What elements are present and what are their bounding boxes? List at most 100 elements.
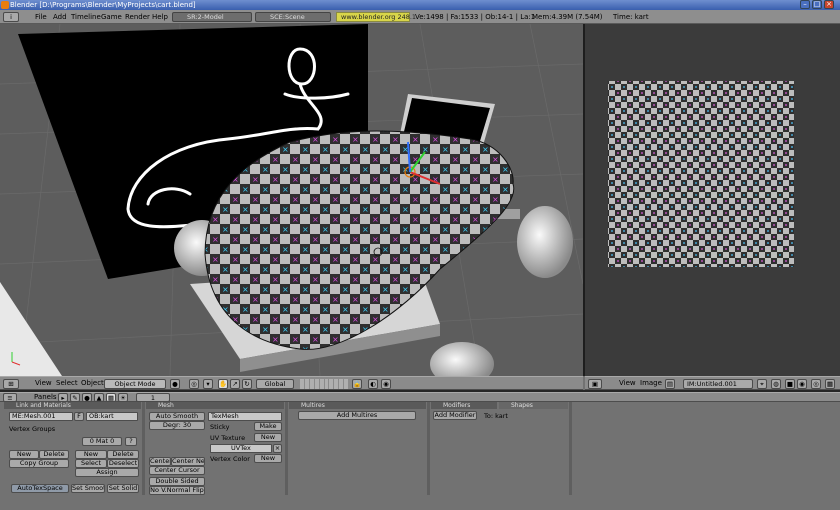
window-titlebar: Blender [D:\Programs\Blender\MyProjects\… [0,0,840,10]
center-button[interactable]: Center [149,457,171,466]
translate-icon[interactable]: ↗ [230,379,240,389]
mode-selector[interactable]: Object Mode [104,379,166,389]
uv-texture-new-button[interactable]: New [254,433,282,442]
lock-icon[interactable]: 🔒 [352,379,362,389]
set-smooth-button[interactable]: Set Smooth [71,484,105,493]
panel-title[interactable]: Modifiers [431,402,497,409]
center-cursor-button[interactable]: Center Cursor [149,466,205,475]
3d-viewport[interactable]: × × [0,24,583,376]
degree-field[interactable]: Degr: 30 [149,421,205,430]
scene-tab-icon[interactable]: ☀ [118,393,128,402]
menu-view[interactable]: View [619,377,636,389]
center-new-button[interactable]: Center New [171,457,205,466]
material-slot-field[interactable]: 0 Mat 0 [82,437,122,446]
delete-material-button[interactable]: Delete [107,450,139,459]
assign-material-button[interactable]: Assign [75,468,139,477]
layer-buttons[interactable] [300,379,348,389]
uvtex-field[interactable]: UVTex [210,444,272,453]
material-help-button[interactable]: ? [125,437,137,446]
select-material-button[interactable]: Select [75,459,107,468]
orientation-selector[interactable]: Global [256,379,294,389]
paint-icon[interactable]: ◉ [797,379,807,389]
uv-checker-image [608,81,794,267]
auto-smooth-toggle[interactable]: Auto Smooth [149,412,205,421]
camera-render-icon[interactable]: ◉ [381,379,391,389]
menu-render[interactable]: Render [125,10,150,24]
add-multires-button[interactable]: Add Multires [298,411,416,420]
object-tab-icon[interactable]: ▲ [94,393,104,402]
mesh-panel: Mesh Auto Smooth Degr: 30 Center Center … [146,402,284,495]
maximize-button[interactable]: □ [812,0,822,9]
zoom-icon[interactable]: ▦ [825,379,835,389]
minimize-button[interactable]: – [800,0,810,9]
manipulator-toggle-icon[interactable]: ✋ [218,379,228,389]
vertex-color-new-button[interactable]: New [254,454,282,463]
window-type-icon[interactable]: ≡ [3,393,17,402]
image-name-field[interactable]: IM:Untitled.001 [683,379,753,389]
panel-title[interactable]: Mesh [146,402,284,409]
draw-type-icon[interactable]: ● [170,379,180,389]
editing-tab-icon[interactable]: ▦ [106,393,116,402]
uvtex-remove-button[interactable]: × [273,444,282,453]
rotate-icon[interactable]: ↻ [242,379,252,389]
new-material-button[interactable]: New [75,450,107,459]
script-tab-icon[interactable]: ✎ [70,393,80,402]
menu-file[interactable]: File [35,10,47,24]
close-button[interactable]: × [824,0,834,9]
link-materials-panel: Link and Materials ME:Mesh.001 F OB:kart… [4,402,141,495]
add-modifier-button[interactable]: Add Modifier [433,411,477,420]
image-browse-icon[interactable]: ▤ [665,379,675,389]
buttons-header: ≡ Panels ▸ ✎ ● ▲ ▦ ☀ 1 [0,392,840,402]
panel-title[interactable]: Link and Materials [4,402,141,409]
menu-timeline[interactable]: Timeline [71,10,101,24]
menu-object[interactable]: Object [81,377,104,389]
panels-menu[interactable]: Panels [34,393,57,401]
menu-add[interactable]: Add [53,10,67,24]
buttons-window: Link and Materials ME:Mesh.001 F OB:kart… [0,402,840,510]
lock-icon[interactable]: ◍ [771,379,781,389]
blender-url-link[interactable]: www.blender.org 248.1 [336,12,416,22]
no-vnormal-flip-toggle[interactable]: No V.Normal Flip [149,486,205,495]
pack-icon[interactable]: ■ [785,379,795,389]
main-menubar: i File Add Timeline Game Render Help SR:… [0,10,840,24]
logic-tab-icon[interactable]: ▸ [58,393,68,402]
screen-selector[interactable]: SR:2-Model [172,12,252,22]
viewport-scene: × × [0,24,583,376]
menu-image[interactable]: Image [640,377,662,389]
delete-vertex-group-button[interactable]: Delete [39,450,69,459]
scene-selector[interactable]: SCE:Scene [255,12,331,22]
mesh-name-field[interactable]: ME:Mesh.001 [9,412,73,421]
deselect-material-button[interactable]: Deselect [107,459,139,468]
viewport-header: ⊞ View Select Object Object Mode ● ◎ ▾ ✋… [0,376,583,390]
menu-select[interactable]: Select [56,377,78,389]
texmesh-field[interactable]: TexMesh [208,412,282,421]
panel-divider [427,402,430,495]
menu-help[interactable]: Help [152,10,168,24]
page-number[interactable]: 1 [136,393,170,402]
image-editor[interactable] [585,24,840,376]
menu-game[interactable]: Game [101,10,122,24]
double-sided-toggle[interactable]: Double Sided [149,477,205,486]
object-name-field[interactable]: OB:kart [86,412,138,421]
shading-tab-icon[interactable]: ● [82,393,92,402]
set-solid-button[interactable]: Set Solid [107,484,139,493]
pivot-icon[interactable]: ◎ [189,379,199,389]
fake-user-button[interactable]: F [74,412,84,421]
window-type-icon[interactable]: i [3,12,19,22]
sticky-make-button[interactable]: Make [254,422,282,431]
autotexspace-toggle[interactable]: AutoTexSpace [11,484,69,493]
window-type-icon[interactable]: ▣ [588,379,602,389]
render-time: Time: kart [613,13,649,21]
copy-group-button[interactable]: Copy Group [9,459,69,468]
pin-icon[interactable]: ⌖ [757,379,767,389]
pivot-dropdown-icon[interactable]: ▾ [203,379,213,389]
menu-view[interactable]: View [35,377,52,389]
new-vertex-group-button[interactable]: New [9,450,39,459]
modifier-target-label: To: kart [484,412,508,420]
display-icon[interactable]: ◎ [811,379,821,389]
scene-stats: Ve:1498 | Fa:1533 | Ob:14-1 | La:1 [415,13,536,21]
window-type-icon[interactable]: ⊞ [3,379,19,389]
panel-title[interactable]: Multires [289,402,426,409]
render-preview-icon[interactable]: ◐ [368,379,378,389]
shapes-tab[interactable]: Shapes [499,402,568,409]
